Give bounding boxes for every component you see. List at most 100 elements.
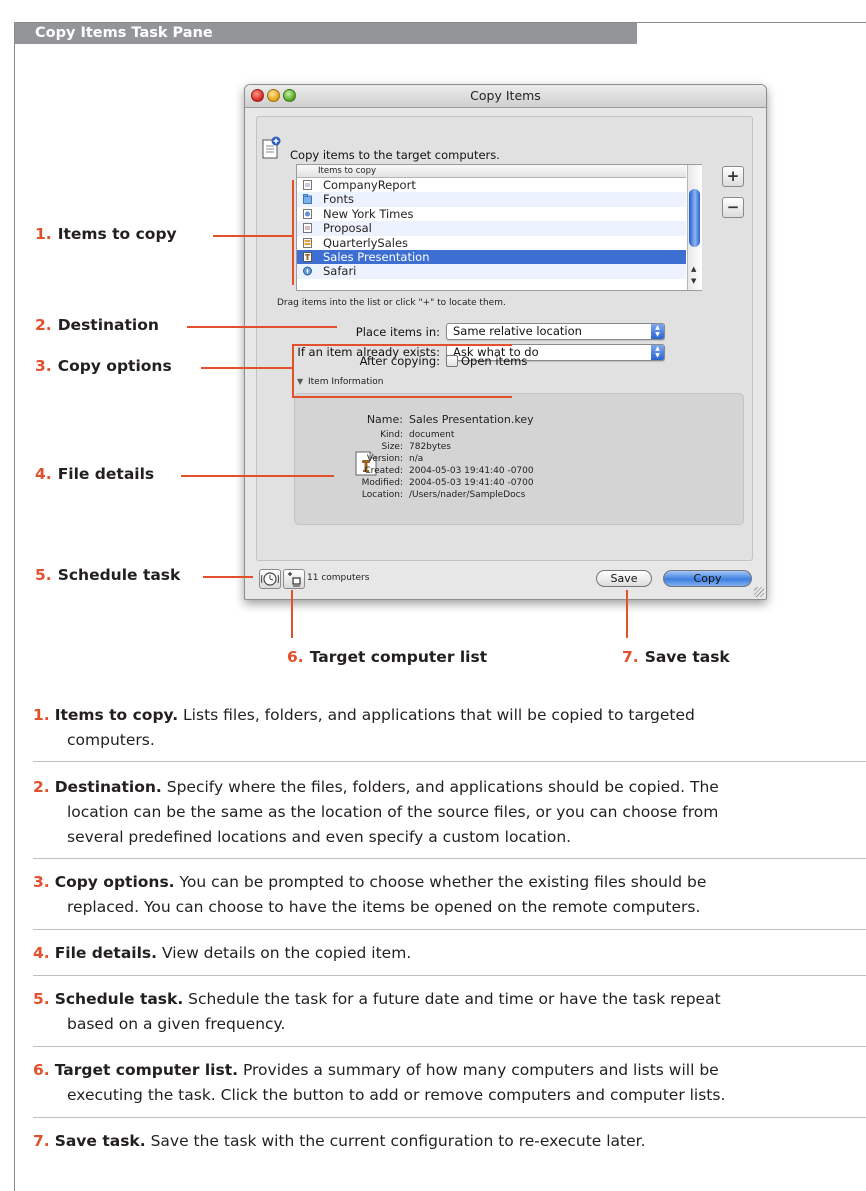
separator (33, 1117, 866, 1118)
task-pane: Copy items to the target computers. Item… (256, 116, 753, 561)
callout-5-leader (203, 576, 253, 578)
copy-button[interactable]: Copy (663, 570, 752, 587)
description-target-computer-list: 6. Target computer list. Provides a summa… (33, 1061, 726, 1104)
copy-prompt: Copy items to the target computers. (290, 148, 500, 162)
list-rows: CompanyReport Fonts New York Times Propo… (297, 178, 686, 279)
resize-grip-icon[interactable] (754, 587, 764, 597)
info-version-label: Version: (366, 454, 403, 464)
callout-save-task: 7. Save task (622, 648, 730, 666)
list-item-label: Proposal (323, 221, 372, 236)
separator (33, 929, 866, 930)
callout-3-leader (201, 367, 293, 369)
drag-hint: Drag items into the list or click "+" to… (277, 298, 506, 308)
section-title: Copy Items Task Pane (35, 25, 213, 41)
list-item-label: Safari (323, 264, 357, 279)
description-copy-options: 3. Copy options. You can be prompted to c… (33, 873, 707, 916)
list-item-label: CompanyReport (323, 178, 416, 192)
list-item[interactable]: CompanyReport (297, 178, 686, 192)
callout-3-bracket-bottom (292, 396, 512, 398)
schedule-task-button[interactable] (259, 569, 281, 589)
list-item-label: Sales Presentation (323, 249, 430, 264)
list-item-label: Fonts (323, 192, 355, 207)
info-kind-label: Kind: (380, 430, 403, 440)
list-item[interactable]: Proposal (297, 221, 686, 236)
popup-stepper-icon: ▲ ▼ (651, 345, 664, 360)
callout-6-leader (291, 590, 293, 638)
folder-icon (303, 194, 312, 205)
document-icon (303, 223, 312, 234)
callout-4-leader (181, 475, 334, 477)
callout-destination: 2. Destination (35, 316, 159, 334)
list-item[interactable]: New York Times (297, 207, 686, 221)
description-destination: 2. Destination. Specify where the files, … (33, 778, 719, 846)
open-items-checkbox[interactable] (446, 355, 458, 367)
disclosure-triangle-icon[interactable]: ▼ (297, 377, 303, 386)
spreadsheet-icon (303, 237, 312, 248)
list-item-selected[interactable]: Sales Presentation (297, 249, 686, 265)
list-item[interactable]: Fonts (297, 192, 686, 207)
list-scrollbar[interactable]: ▲ ▼ (687, 165, 702, 290)
separator (33, 761, 866, 762)
callout-schedule-task: 5. Schedule task (35, 566, 181, 584)
info-name-value: Sales Presentation.key (409, 413, 534, 426)
list-column-header[interactable]: Items to copy (297, 165, 686, 178)
description-schedule-task: 5. Schedule task. Schedule the task for a… (33, 990, 721, 1033)
callout-1-leader (213, 235, 293, 237)
info-size-label: Size: (381, 442, 403, 452)
info-name-label: Name: (366, 413, 403, 426)
compass-icon (303, 266, 312, 276)
schedule-clock-icon (261, 572, 279, 586)
scroll-down-icon[interactable]: ▼ (691, 277, 696, 285)
info-modified-value: 2004-05-03 19:41:40 -0700 (409, 478, 534, 488)
list-item[interactable]: QuarterlySales (297, 236, 686, 250)
list-item[interactable]: Safari (297, 264, 686, 279)
callout-1-bracket (292, 180, 294, 285)
list-column-title: Items to copy (318, 166, 377, 176)
info-modified-label: Modified: (361, 478, 403, 488)
popup-stepper-icon: ▲ ▼ (651, 324, 664, 339)
info-location-label: Location: (361, 490, 403, 500)
scroll-up-icon[interactable]: ▲ (691, 265, 696, 273)
list-item-label: New York Times (323, 206, 414, 221)
callout-file-details: 4. File details (35, 465, 155, 483)
scrollbar-thumb[interactable] (689, 189, 700, 247)
info-created-label: Created: (364, 466, 403, 476)
item-information-panel: Name: Sales Presentation.key Kind: docum… (294, 393, 744, 525)
separator (33, 975, 866, 976)
section-header: Copy Items Task Pane (15, 23, 637, 44)
info-kind-value: document (409, 430, 455, 440)
item-information-disclosure[interactable]: Item Information (308, 377, 383, 387)
computer-count: 11 computers (307, 573, 370, 583)
items-to-copy-list[interactable]: Items to copy CompanyReport Fonts New Yo… (296, 164, 702, 291)
callout-3-bracket-side (292, 344, 294, 397)
frame-left-rule (14, 22, 15, 1191)
info-size-value: 782bytes (409, 442, 451, 452)
callout-copy-options: 3. Copy options (35, 357, 172, 375)
window-titlebar: Copy Items (245, 85, 766, 108)
place-items-popup[interactable]: Same relative location ▲ ▼ (446, 323, 665, 340)
keynote-icon (303, 251, 312, 262)
description-file-details: 4. File details. View details on the copi… (33, 944, 412, 962)
info-created-value: 2004-05-03 19:41:40 -0700 (409, 466, 534, 476)
add-item-button[interactable]: + (722, 166, 744, 187)
after-copying-label: After copying: (359, 354, 440, 368)
info-location-value: /Users/nader/SampleDocs (409, 490, 526, 500)
remove-item-button[interactable]: − (722, 197, 744, 218)
copy-items-window: Copy Items Copy items to the target comp… (244, 84, 767, 600)
callout-target-computer-list: 6. Target computer list (287, 648, 488, 666)
separator (33, 1046, 866, 1047)
callout-items-to-copy: 1. Items to copy (35, 225, 177, 243)
open-items-label[interactable]: Open items (461, 354, 527, 368)
computer-list-icon (288, 572, 301, 587)
document-icon (303, 180, 312, 190)
place-items-value: Same relative location (453, 324, 582, 338)
info-version-value: n/a (409, 454, 424, 464)
save-button[interactable]: Save (596, 570, 652, 587)
list-item-label: QuarterlySales (323, 235, 409, 250)
target-computer-list-button[interactable] (283, 569, 305, 589)
window-title: Copy Items (470, 88, 541, 103)
copy-items-icon (262, 136, 281, 159)
description-items-to-copy: 1. Items to copy. Lists files, folders, a… (33, 706, 695, 749)
callout-3-bracket-top (292, 344, 512, 346)
separator (33, 858, 866, 859)
